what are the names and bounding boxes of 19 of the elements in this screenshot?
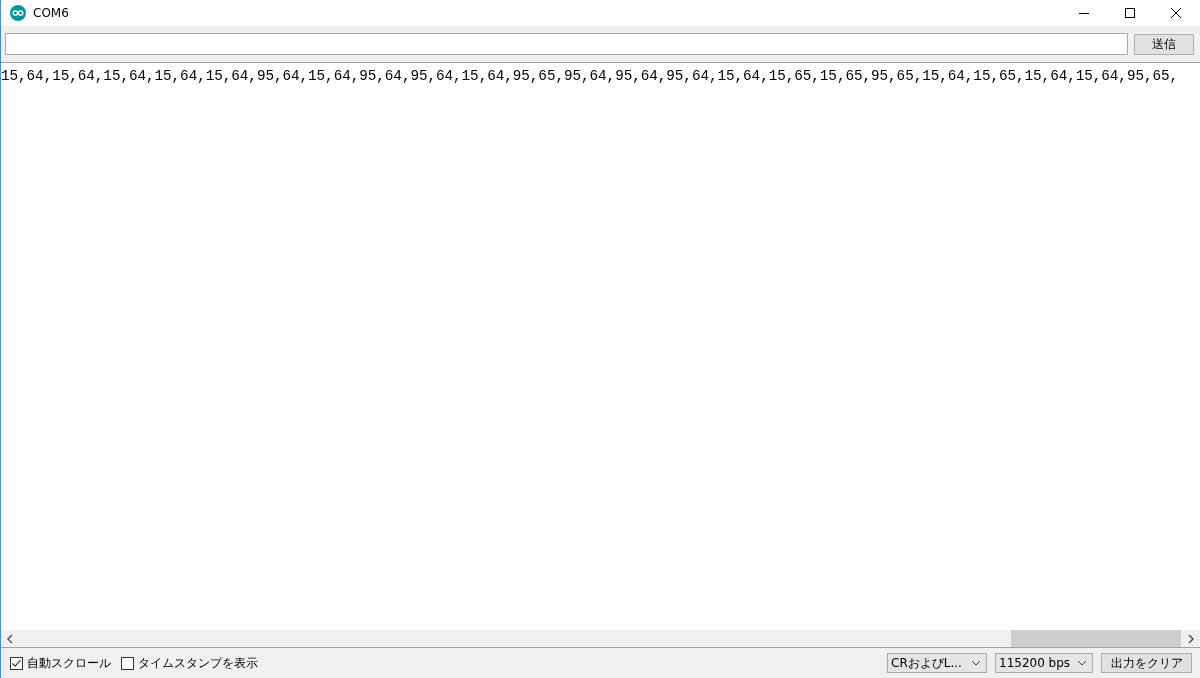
checkbox[interactable]	[121, 656, 134, 670]
chevron-down-icon	[971, 660, 981, 666]
clear-output-button[interactable]: 出力をクリア	[1101, 653, 1192, 673]
app-logo-icon	[10, 5, 26, 21]
chevron-down-icon	[1077, 660, 1087, 666]
checkbox-label[interactable]: 自動スクロール	[27, 654, 111, 672]
baud-rate-dropdown[interactable]: 115200 bps	[995, 653, 1093, 673]
close-icon[interactable]	[1170, 7, 1182, 19]
maximize-icon[interactable]	[1124, 7, 1136, 19]
checkbox[interactable]	[10, 656, 23, 670]
send-button[interactable]: 送信	[1134, 33, 1194, 55]
line-ending-dropdown[interactable]: CRおよびL...	[887, 653, 987, 673]
checkbox-label[interactable]: タイムスタンプを表示	[138, 654, 258, 672]
scroll-left-icon[interactable]	[6, 633, 14, 644]
window-title: COM6	[33, 6, 69, 20]
input-field[interactable]	[5, 33, 1128, 55]
serial-output-text: 15,64,15,64,15,64,15,64,15,64,95,64,15,64,95,64,95,64,15,64,95,65,95,64,95,64,95,64,15,64,15,65,15,65,95,65,15,64,15,65,15,64,15,64,95,65,	[1, 68, 1179, 84]
scrollbar-thumb[interactable]	[1011, 630, 1181, 647]
scroll-right-icon[interactable]	[1187, 633, 1195, 644]
